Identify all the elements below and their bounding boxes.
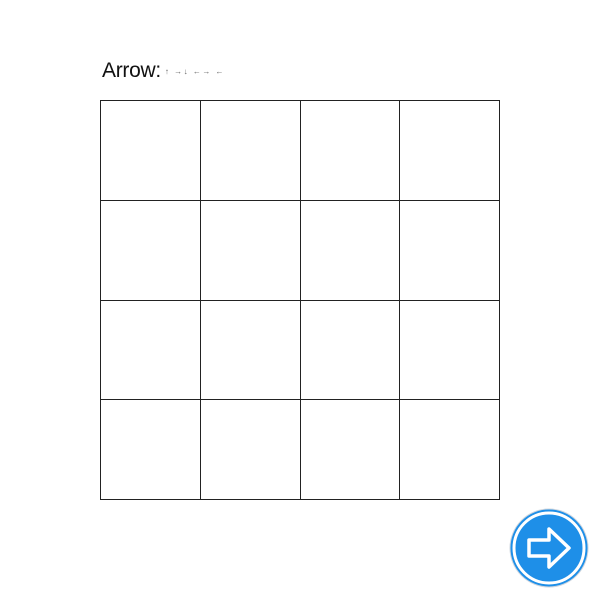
grid-cell[interactable] <box>101 101 201 201</box>
instruction-label: Arrow: <box>102 59 161 82</box>
grid-cell[interactable] <box>300 400 401 500</box>
grid-cell[interactable] <box>200 400 301 500</box>
next-button[interactable] <box>509 508 589 588</box>
grid-cell[interactable] <box>400 200 500 301</box>
page: Arrow: ↑ →↓ ←→ ← <box>0 0 600 600</box>
grid <box>100 100 500 500</box>
instruction: Arrow: ↑ →↓ ←→ ← <box>102 58 225 84</box>
grid-cell[interactable] <box>300 300 401 401</box>
grid-cell[interactable] <box>101 300 201 401</box>
grid-cell[interactable] <box>101 400 201 500</box>
grid-cell[interactable] <box>200 101 301 201</box>
grid-cell[interactable] <box>200 300 301 401</box>
grid-cell[interactable] <box>101 200 201 301</box>
grid-cell[interactable] <box>400 400 500 500</box>
arrow-sequence: ↑ →↓ ←→ ← <box>164 66 226 76</box>
grid-cell[interactable] <box>400 300 500 401</box>
grid-cell[interactable] <box>400 101 500 201</box>
grid-cell[interactable] <box>300 200 401 301</box>
grid-cell[interactable] <box>200 200 301 301</box>
right-arrow-icon <box>509 508 589 588</box>
grid-cell[interactable] <box>300 101 401 201</box>
